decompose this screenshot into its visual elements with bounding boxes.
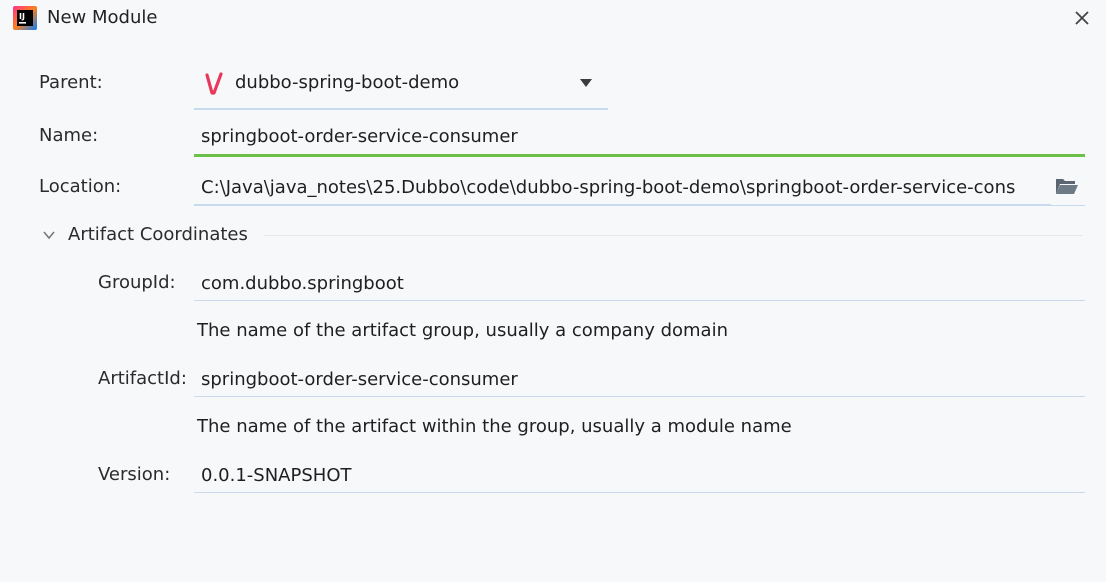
maven-icon	[205, 72, 223, 95]
chevron-down-icon[interactable]	[579, 78, 593, 88]
groupid-label: GroupId:	[98, 272, 176, 293]
folder-open-icon[interactable]	[1055, 176, 1079, 196]
chevron-down-icon[interactable]	[42, 228, 56, 242]
parent-label: Parent:	[39, 72, 103, 93]
location-label: Location:	[39, 176, 122, 197]
version-label: Version:	[98, 464, 171, 485]
location-field[interactable]: C:\Java\java_notes\25.Dubbo\code\dubbo-s…	[194, 171, 1051, 205]
version-field[interactable]: 0.0.1-SNAPSHOT	[194, 459, 1085, 493]
groupid-field[interactable]: com.dubbo.springboot	[194, 267, 1085, 301]
name-label: Name:	[39, 125, 99, 146]
svg-text:IJ: IJ	[19, 12, 25, 21]
artifactid-hint: The name of the artifact within the grou…	[197, 416, 792, 437]
parent-select[interactable]: dubbo-spring-boot-demo	[194, 64, 608, 110]
groupid-hint: The name of the artifact group, usually …	[197, 320, 728, 341]
title-bar: IJ New Module	[0, 0, 1106, 36]
name-field[interactable]: springboot-order-service-consumer	[194, 120, 1085, 157]
artifactid-label: ArtifactId:	[98, 368, 187, 389]
artifactid-field[interactable]: springboot-order-service-consumer	[194, 363, 1085, 397]
window-title: New Module	[47, 7, 158, 28]
parent-value: dubbo-spring-boot-demo	[235, 72, 460, 93]
section-divider	[264, 235, 1082, 236]
location-underline	[194, 205, 1085, 206]
intellij-logo-icon: IJ	[13, 6, 37, 30]
close-icon[interactable]	[1071, 7, 1093, 29]
artifact-section-title[interactable]: Artifact Coordinates	[68, 224, 248, 245]
